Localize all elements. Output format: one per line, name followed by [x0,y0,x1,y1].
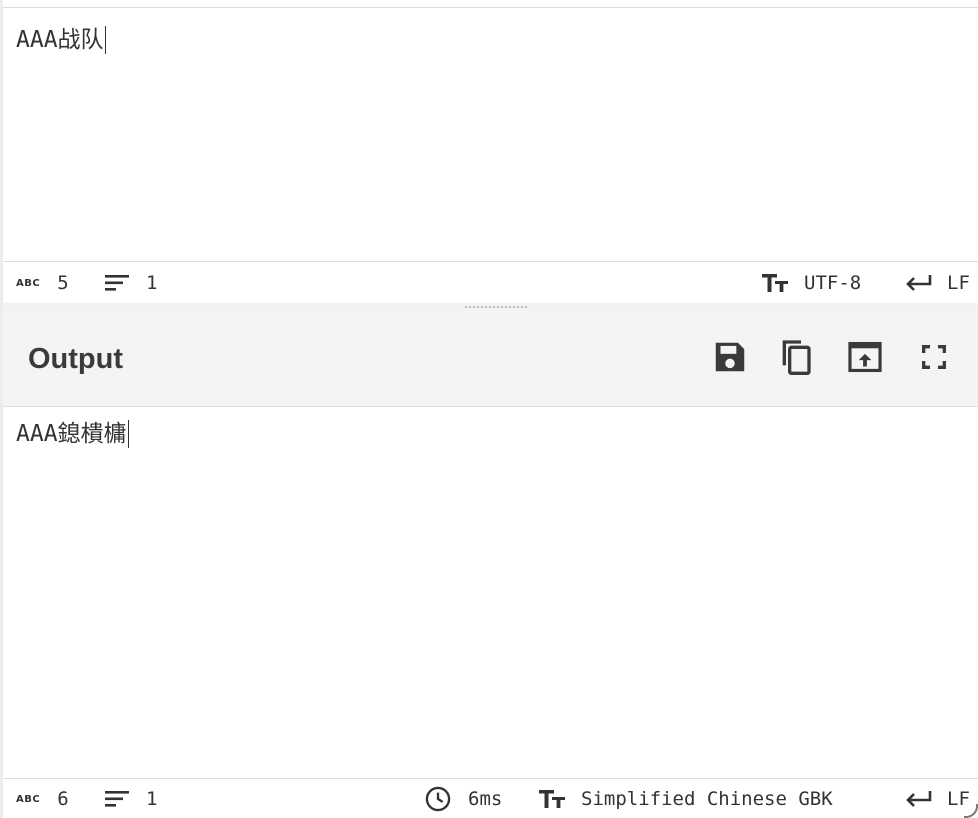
pane-splitter[interactable] [3,303,978,311]
input-eol-value: LF [947,272,970,294]
input-encoding-value: UTF-8 [804,272,862,294]
output-editor[interactable]: AAA鎴樻槦 [3,407,978,778]
input-encoding[interactable]: UTF-8 [761,262,861,304]
abc-icon: ABC [16,277,41,289]
output-header: Output [3,311,978,407]
input-text-line[interactable]: AAA战队 [16,26,106,54]
input-char-count: ABC 5 [16,262,69,304]
output-eol[interactable]: LF [904,779,970,818]
fullscreen-icon [918,341,950,377]
input-status-bar: ABC 5 1 UTF-8 LF [3,261,978,303]
text-format-icon [538,789,566,809]
output-encoding-value: Simplified Chinese GBK [581,788,833,810]
output-bake-time: 6ms [424,779,502,818]
output-encoding[interactable]: Simplified Chinese GBK [538,779,833,818]
copy-output-button[interactable] [774,337,818,381]
output-status-bar: ABC 6 1 6ms Simplified Chinese GBK LF [3,778,978,818]
lines-icon [104,274,130,292]
input-eol[interactable]: LF [904,262,970,304]
output-char-count: ABC 6 [16,779,69,818]
output-text: AAA鎴樻槦 [16,421,127,447]
input-line-count-value: 1 [146,272,158,294]
abc-icon: ABC [16,793,41,805]
replace-input-button[interactable] [843,337,887,381]
upload-to-input-icon [845,338,885,380]
text-format-icon [761,273,789,293]
return-arrow-icon [904,273,932,293]
text-cursor [104,26,106,54]
maximize-output-button[interactable] [912,337,956,381]
output-time-value: 6ms [468,788,503,810]
input-text: AAA战队 [16,27,104,53]
output-char-count-value: 6 [57,788,69,810]
return-arrow-icon [904,789,932,809]
input-editor[interactable]: AAA战队 [3,7,978,261]
window-corner [964,804,978,818]
output-line-count: 1 [104,779,157,818]
text-cursor [127,420,129,448]
splitter-grip[interactable] [464,305,528,309]
input-char-count-value: 5 [57,272,69,294]
input-line-count: 1 [104,262,157,304]
output-line-count-value: 1 [146,788,158,810]
clock-icon [424,785,452,813]
output-title: Output [28,343,124,375]
copy-icon [776,336,816,382]
lines-icon [104,790,130,808]
floppy-disk-icon [711,338,749,380]
save-output-button[interactable] [708,337,752,381]
output-text-line[interactable]: AAA鎴樻槦 [16,420,129,448]
